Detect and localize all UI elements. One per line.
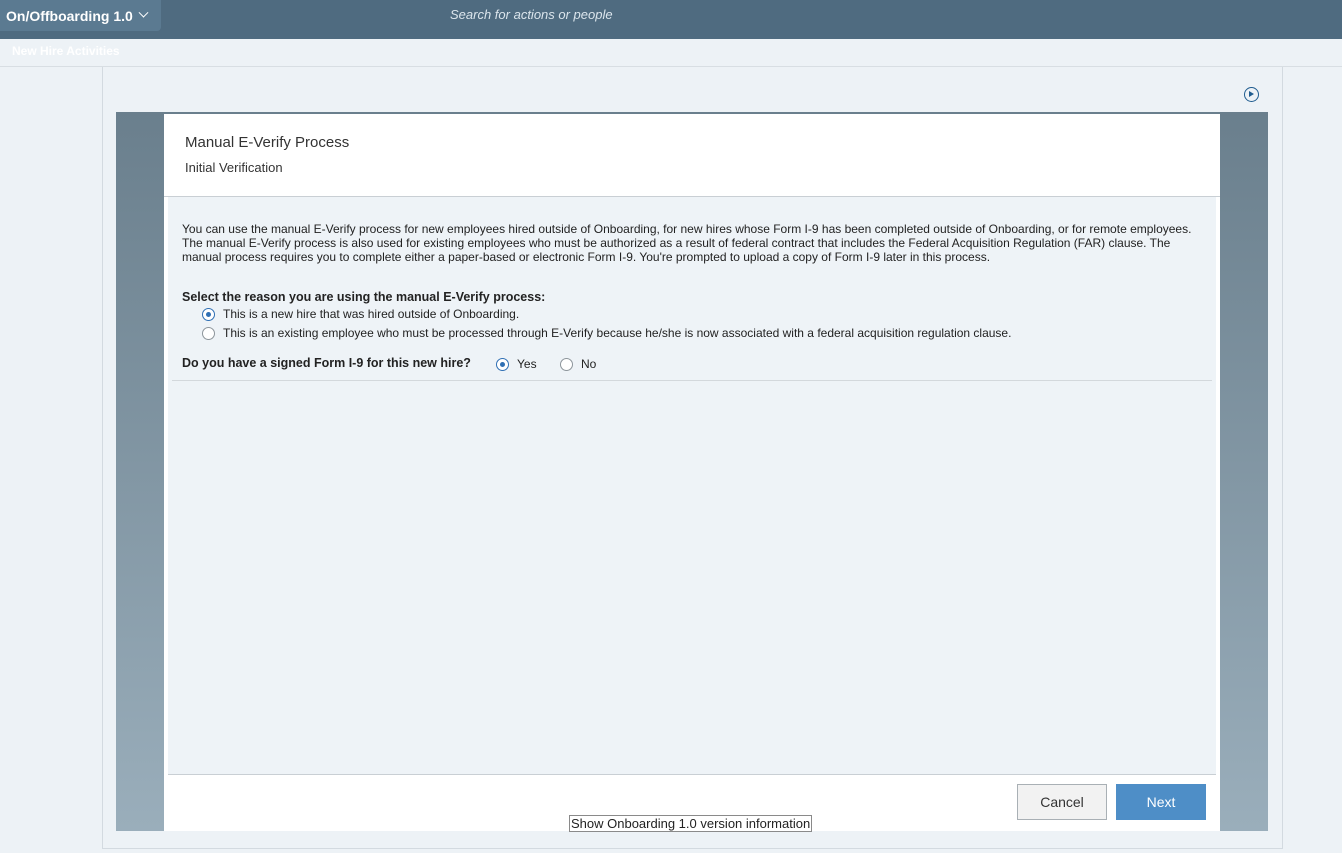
dialog-title: Manual E-Verify Process — [185, 134, 350, 151]
dialog-header: Manual E-Verify Process Initial Verifica… — [164, 114, 1220, 197]
version-info-link[interactable]: Show Onboarding 1.0 version information — [569, 815, 813, 832]
radio-button[interactable] — [202, 326, 215, 340]
radio-button-selected[interactable] — [496, 357, 509, 371]
radio-button-selected[interactable] — [202, 307, 215, 321]
i9-option-yes-label: Yes — [517, 357, 537, 371]
app-name: On/Offboarding 1.0 — [6, 7, 133, 24]
i9-question-label: Do you have a signed Form I-9 for this n… — [182, 356, 471, 370]
reason-option-label: This is an existing employee who must be… — [223, 326, 1012, 340]
breadcrumb[interactable]: New Hire Activities — [12, 44, 120, 58]
i9-option-no-label: No — [581, 357, 597, 371]
dialog-body: You can use the manual E-Verify process … — [168, 197, 1216, 774]
chevron-down-icon — [138, 7, 149, 18]
next-button[interactable]: Next — [1116, 784, 1206, 820]
description-text: You can use the manual E-Verify process … — [182, 222, 1192, 264]
i9-option-no[interactable]: No — [560, 357, 596, 371]
dialog-subtitle: Initial Verification — [185, 160, 283, 175]
search-input[interactable]: Search for actions or people — [450, 7, 613, 22]
radio-button[interactable] — [560, 357, 573, 371]
sub-header: New Hire Activities — [0, 39, 1342, 67]
cancel-button[interactable]: Cancel — [1017, 784, 1107, 820]
app-switcher-button[interactable]: On/Offboarding 1.0 — [0, 0, 161, 31]
everify-dialog: Manual E-Verify Process Initial Verifica… — [164, 114, 1220, 831]
reason-option-existing-employee[interactable]: This is an existing employee who must be… — [202, 326, 1011, 340]
play-circle-icon[interactable] — [1244, 87, 1259, 102]
reason-option-new-hire[interactable]: This is a new hire that was hired outsid… — [202, 307, 519, 321]
reason-label: Select the reason you are using the manu… — [182, 290, 546, 304]
divider — [172, 380, 1212, 381]
i9-option-yes[interactable]: Yes — [496, 357, 537, 371]
shell-header: On/Offboarding 1.0 Search for actions or… — [0, 0, 1342, 39]
reason-option-label: This is a new hire that was hired outsid… — [223, 307, 520, 321]
